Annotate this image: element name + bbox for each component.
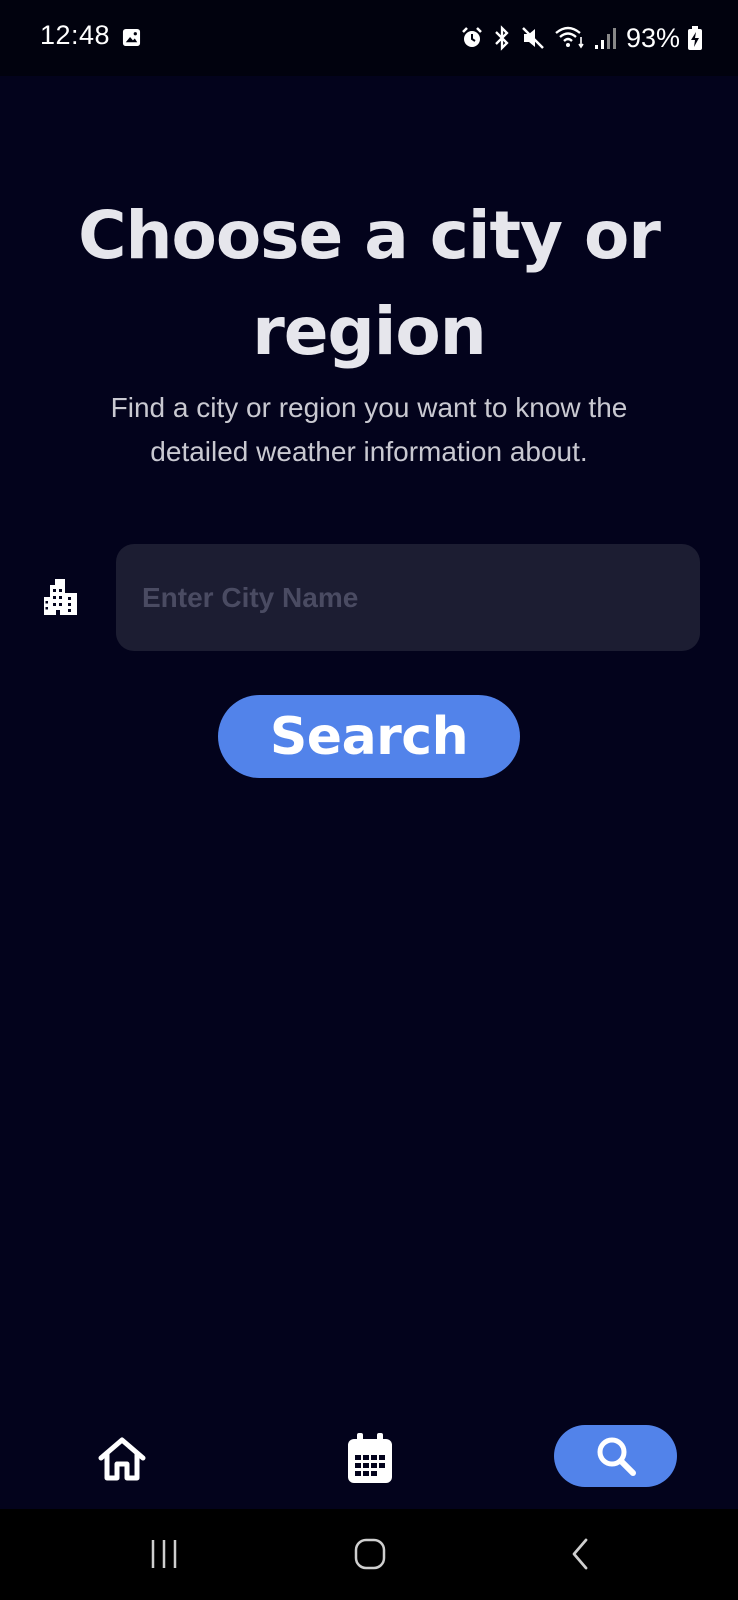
nav-home-button[interactable]: [96, 1434, 148, 1484]
alarm-icon: [462, 27, 482, 47]
mute-icon: [522, 27, 544, 49]
nav-calendar-button[interactable]: [344, 1430, 396, 1486]
home-circle-icon[interactable]: [353, 1537, 387, 1571]
bottom-nav: [0, 1410, 738, 1510]
city-input-container: [116, 544, 700, 651]
search-button[interactable]: Search: [218, 695, 520, 778]
city-buildings-icon: [44, 579, 77, 615]
home-icon: [98, 1437, 146, 1481]
search-icon: [597, 1437, 636, 1476]
battery-charging-icon: [688, 26, 702, 50]
status-icons: 93%: [460, 20, 702, 56]
signal-icon: [594, 28, 616, 49]
page-title: Choose a city or region: [78, 197, 661, 370]
bluetooth-icon: [495, 25, 509, 51]
nav-search-button[interactable]: [554, 1425, 677, 1487]
status-time: 12:48: [40, 20, 111, 50]
status-bar: 12:48 93%: [0, 0, 738, 76]
recent-apps-icon[interactable]: [147, 1537, 181, 1571]
weather-search-screen: 12:48 93% Choose a city or region Find a…: [0, 0, 738, 1600]
battery-percent: 93%: [625, 22, 680, 53]
back-chevron-icon[interactable]: [564, 1537, 598, 1571]
wifi-icon: [555, 26, 584, 49]
system-nav-bar: [0, 1509, 738, 1600]
city-name-input[interactable]: [140, 580, 676, 615]
calendar-icon: [348, 1433, 392, 1483]
page-subtitle: Find a city or region you want to know t…: [110, 392, 628, 467]
gallery-icon: [122, 28, 141, 47]
